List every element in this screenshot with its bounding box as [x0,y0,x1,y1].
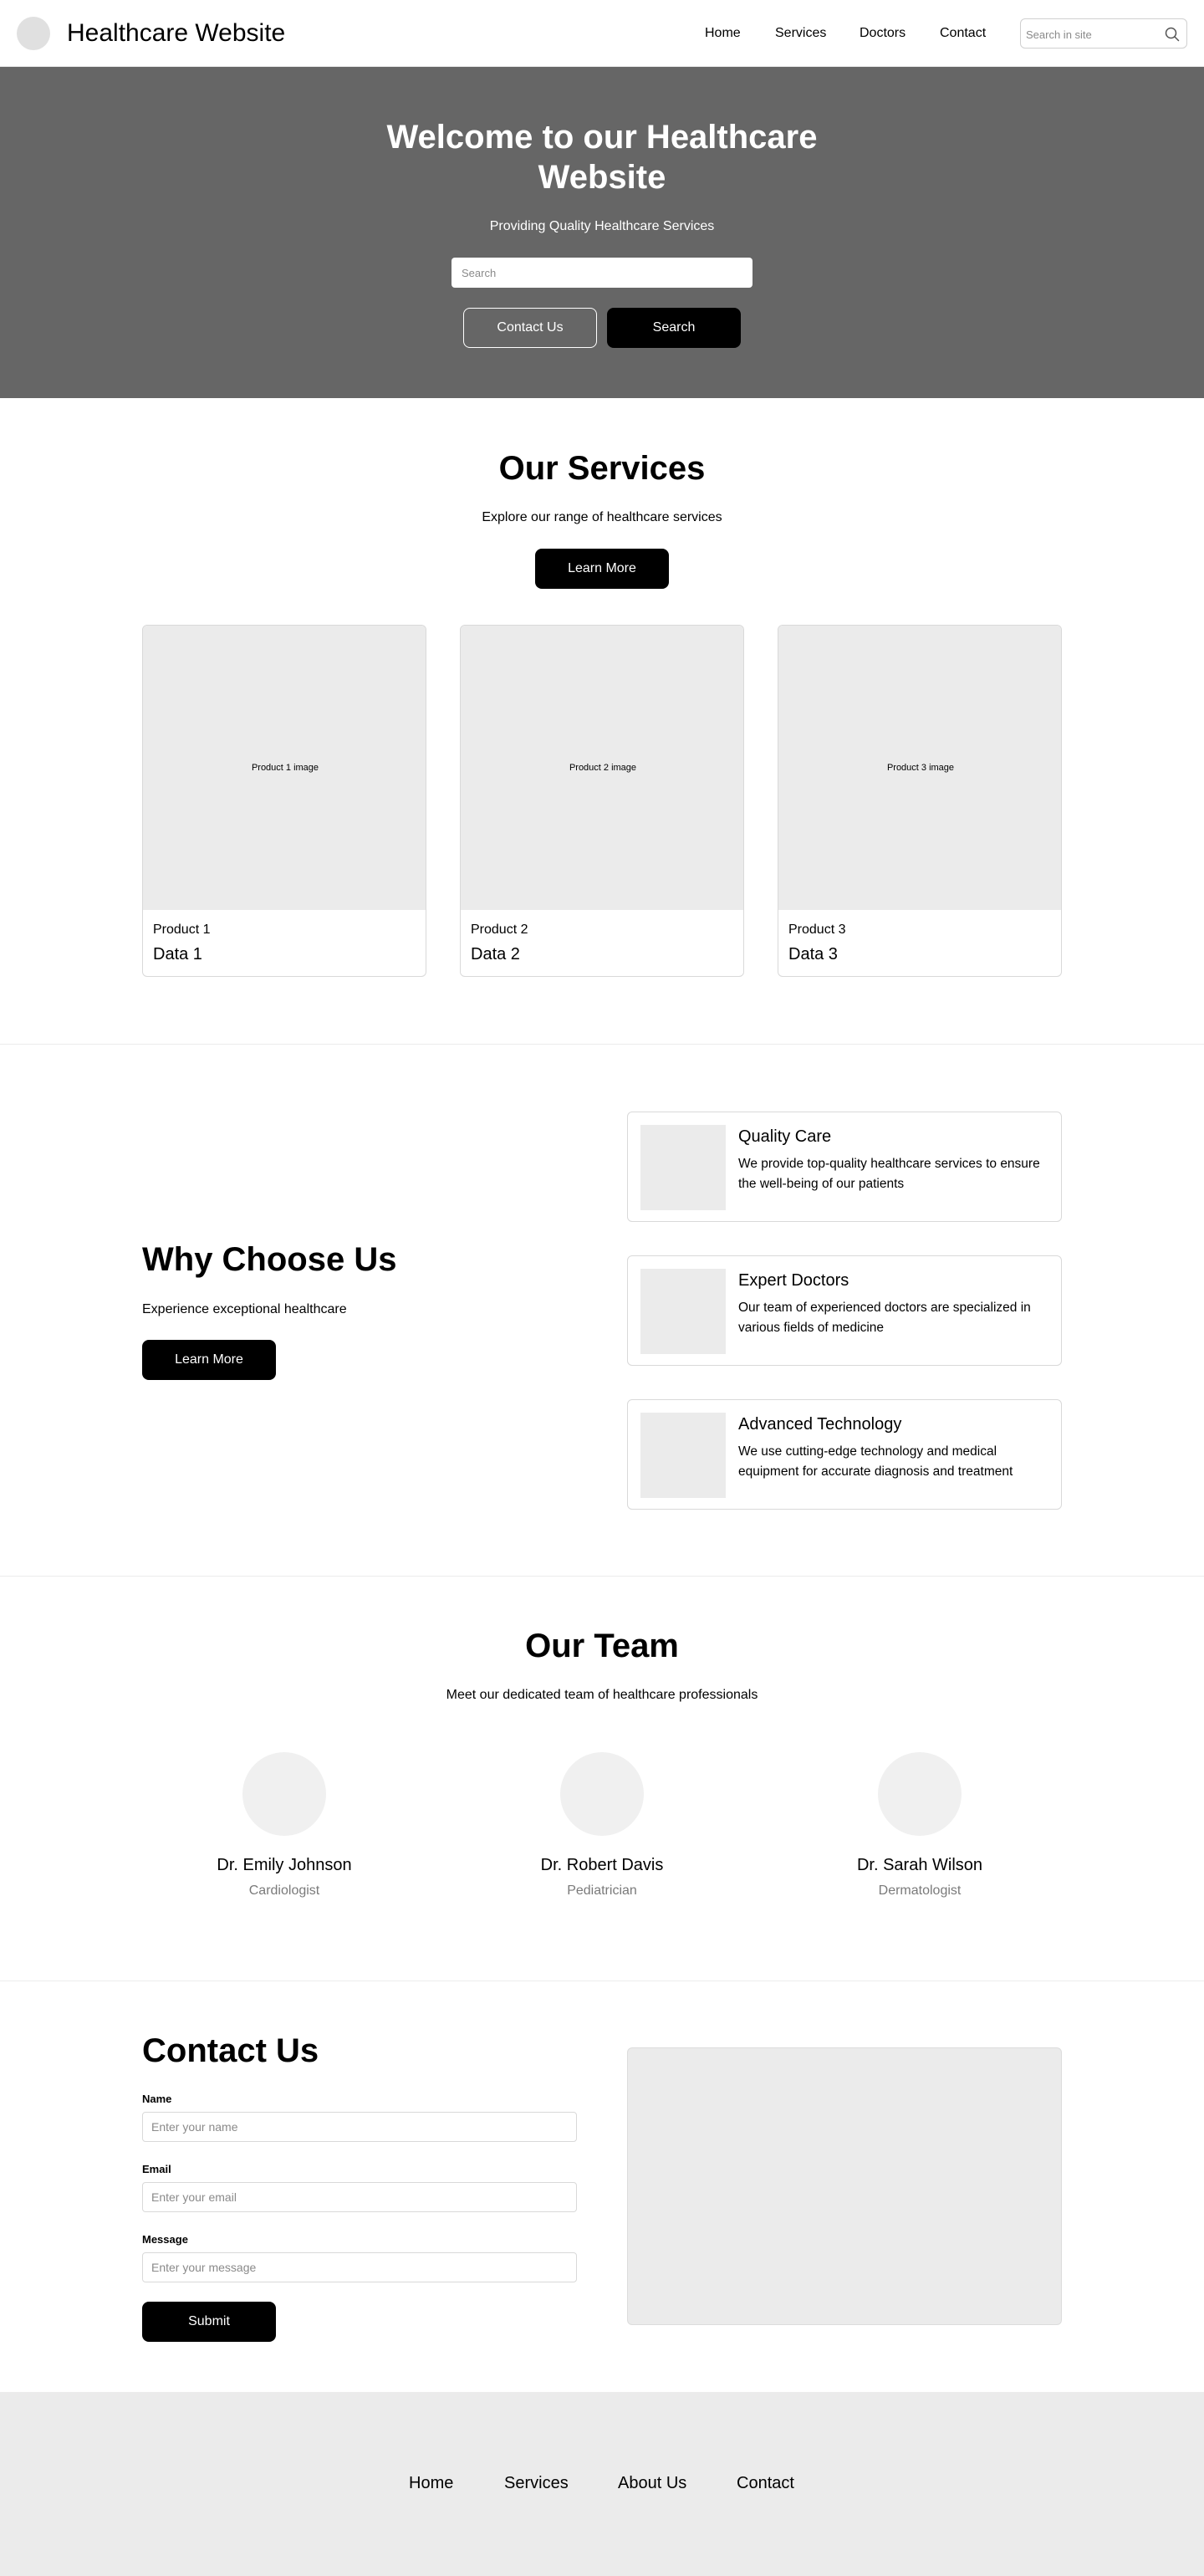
team-member-card: Dr. Emily Johnson Cardiologist [142,1752,426,1911]
team-member-name: Dr. Robert Davis [540,1856,664,1874]
team-member-role: Pediatrician [567,1883,637,1898]
hero-title: Welcome to our Healthcare Website [386,119,818,196]
product-name: Product 3 [788,923,846,937]
product-image-label: Product 1 image [251,763,319,773]
site-footer: Home Services About Us Contact [0,2392,1204,2576]
nav-link-contact[interactable]: Contact [940,24,986,43]
email-field[interactable] [142,2182,577,2212]
feature-image [640,1413,726,1498]
message-field[interactable] [142,2252,577,2282]
section-divider [0,1044,1204,1045]
product-data: Data 2 [471,945,520,963]
submit-button[interactable]: Submit [142,2302,276,2342]
why-title: Why Choose Us [142,1241,397,1278]
feature-description: Our team of experienced doctors are spec… [738,1301,1031,1335]
feature-card-quality-care: Quality Care We provide top-quality heal… [627,1112,1062,1222]
product-image: Product 3 image [778,626,1061,910]
name-field[interactable] [142,2112,577,2142]
footer-link-services[interactable]: Services [504,2472,569,2494]
nav-link-doctors[interactable]: Doctors [860,24,906,43]
logo[interactable] [17,17,50,50]
feature-image [640,1125,726,1210]
hero-search-input[interactable] [452,258,752,288]
footer-link-contact[interactable]: Contact [737,2472,794,2494]
footer-link-about-us[interactable]: About Us [618,2472,686,2494]
product-image-label: Product 2 image [569,763,637,773]
header-search-input[interactable] [1026,24,1160,44]
section-divider [0,1576,1204,1577]
team-member-card: Dr. Sarah Wilson Dermatologist [778,1752,1062,1911]
team-title: Our Team [525,1628,679,1664]
message-label: Message [142,2233,188,2246]
why-subtitle: Experience exceptional healthcare [142,1302,347,1316]
hero-section: Welcome to our Healthcare Website Provid… [0,67,1204,398]
services-title: Our Services [498,450,706,487]
feature-description: We provide top-quality healthcare servic… [738,1157,1040,1191]
feature-title: Advanced Technology [738,1415,902,1434]
product-name: Product 2 [471,923,528,937]
product-data: Data 1 [153,945,202,963]
header-search-box [1020,18,1187,49]
team-member-role: Cardiologist [248,1883,320,1898]
why-learn-more-button[interactable]: Learn More [142,1340,276,1380]
product-image: Product 2 image [461,626,743,910]
services-subtitle: Explore our range of healthcare services [482,510,722,524]
product-card-3[interactable]: Product 3 image Product 3 Data 3 [778,625,1062,977]
site-title: Healthcare Website [67,19,286,47]
team-member-name: Dr. Sarah Wilson [856,1856,983,1874]
team-member-name: Dr. Emily Johnson [217,1856,352,1874]
product-image: Product 1 image [143,626,426,910]
feature-title: Expert Doctors [738,1271,849,1290]
hero-search-button[interactable]: Search [607,308,741,348]
feature-description: We use cutting-edge technology and medic… [738,1444,1013,1479]
avatar [560,1752,644,1836]
product-card-1[interactable]: Product 1 image Product 1 Data 1 [142,625,426,977]
product-image-label: Product 3 image [886,763,955,773]
contact-title: Contact Us [142,2032,319,2069]
email-label: Email [142,2163,171,2175]
nav-link-home[interactable]: Home [705,24,741,43]
nav-link-services[interactable]: Services [775,24,826,43]
contact-map-placeholder [627,2047,1062,2325]
product-name: Product 1 [153,923,211,937]
team-member-role: Dermatologist [878,1883,962,1898]
site-header: Healthcare Website Home Services Doctors… [0,0,1204,67]
team-subtitle: Meet our dedicated team of healthcare pr… [446,1688,758,1702]
search-icon[interactable] [1165,27,1180,42]
feature-card-expert-doctors: Expert Doctors Our team of experienced d… [627,1255,1062,1366]
footer-link-home[interactable]: Home [409,2472,453,2494]
feature-title: Quality Care [738,1127,832,1146]
product-card-2[interactable]: Product 2 image Product 2 Data 2 [460,625,744,977]
avatar [242,1752,326,1836]
name-label: Name [142,2093,172,2105]
feature-image [640,1269,726,1354]
feature-card-advanced-technology: Advanced Technology We use cutting-edge … [627,1399,1062,1510]
hero-contact-button[interactable]: Contact Us [463,308,597,348]
team-member-card: Dr. Robert Davis Pediatrician [460,1752,744,1911]
avatar [878,1752,962,1836]
services-learn-more-button[interactable]: Learn More [535,549,669,589]
hero-subtitle: Providing Quality Healthcare Services [489,219,715,233]
product-data: Data 3 [788,945,838,963]
